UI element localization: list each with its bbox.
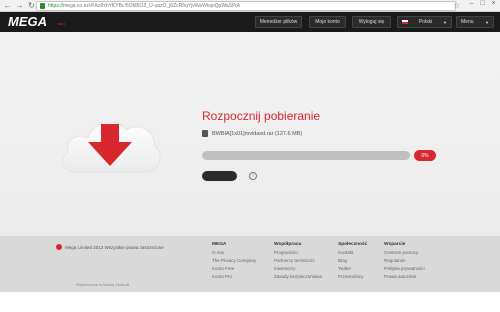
- minimize-icon[interactable]: –: [467, 0, 476, 10]
- footer-link[interactable]: Twitter: [338, 266, 367, 271]
- language-select[interactable]: Polski ▼: [397, 16, 452, 28]
- url-scheme: https://: [48, 3, 64, 9]
- footer-link[interactable]: Kontakt: [338, 250, 367, 255]
- footer-link[interactable]: Prawa autorskie: [384, 274, 425, 279]
- footer-column-cooperation: Współpraca Programiści Partnerzy technic…: [274, 242, 322, 282]
- beta-badge: BETA: [58, 22, 66, 26]
- file-manager-label: Menedżer plików: [259, 19, 298, 25]
- progress-percent-badge: 0%: [414, 150, 436, 161]
- download-title: Rozpocznij pobieranie: [202, 109, 321, 123]
- download-action-button[interactable]: [202, 171, 237, 181]
- made-in-nz: Wytworzone w Nowej Zelandii: [76, 282, 130, 287]
- site-footer: Mega Limited 2013 Wszystkie prawa zastrz…: [0, 236, 500, 292]
- info-icon[interactable]: i: [249, 172, 257, 180]
- footer-link[interactable]: O nas: [212, 250, 256, 255]
- page-bottom: [0, 292, 500, 312]
- footer-link[interactable]: Blog: [338, 258, 367, 263]
- forward-icon[interactable]: →: [15, 1, 24, 10]
- copyright-text: Mega Limited 2013 Wszystkie prawa zastrz…: [65, 244, 164, 250]
- my-account-label: Moje konto: [315, 19, 340, 25]
- footer-link[interactable]: Przewodnicy: [338, 274, 367, 279]
- footer-link[interactable]: Partnerzy techniczni: [274, 258, 322, 263]
- footer-link[interactable]: Regulamin: [384, 258, 425, 263]
- footer-heading: Współpraca: [274, 242, 302, 247]
- menu-chevron-icon: ▼: [485, 19, 489, 25]
- footer-column-community: Społeczność Kontakt Blog Twitter Przewod…: [338, 242, 367, 282]
- site-header: MEGA BETA Menedżer plików Moje konto Wyl…: [0, 12, 500, 32]
- file-name: BWBIA[1x01]mvidasd.rar (127.6 MB): [212, 130, 303, 137]
- file-icon: [202, 130, 208, 137]
- footer-link[interactable]: Konto Pro: [212, 274, 256, 279]
- progress-bar: [202, 151, 410, 160]
- footer-heading: MEGA: [212, 242, 227, 247]
- footer-link[interactable]: Centrum pomocy: [384, 250, 425, 255]
- copyright: Mega Limited 2013 Wszystkie prawa zastrz…: [56, 244, 164, 250]
- footer-heading: Wsparcie: [384, 242, 406, 247]
- close-icon[interactable]: ×: [489, 0, 498, 10]
- reload-icon[interactable]: ↻: [27, 1, 36, 10]
- menu-label: Menu: [461, 19, 474, 25]
- maximize-icon[interactable]: □: [478, 0, 487, 10]
- info-icon-glyph: i: [252, 173, 254, 179]
- menu-button[interactable]: Menu ▼: [456, 16, 494, 28]
- footer-heading: Społeczność: [338, 242, 368, 247]
- bookmark-star-icon[interactable]: ☆: [453, 1, 460, 10]
- footer-link[interactable]: Konto Free: [212, 266, 256, 271]
- footer-link[interactable]: The Privacy Company: [212, 258, 256, 263]
- footer-link[interactable]: Polityka prywatności: [384, 266, 425, 271]
- footer-link[interactable]: Inwestorzy: [274, 266, 322, 271]
- logout-button[interactable]: Wyloguj się: [352, 16, 391, 28]
- footer-column-mega: MEGA O nas The Privacy Company Konto Fre…: [212, 242, 256, 282]
- logout-label: Wyloguj się: [358, 19, 385, 25]
- mega-badge-icon: [56, 244, 62, 250]
- url-path: mega.co.nz/#!Ao9xhYKYBc!5OM5OZ_U-uazO_j6…: [63, 3, 241, 9]
- back-icon[interactable]: ←: [3, 1, 12, 10]
- my-account-button[interactable]: Moje konto: [309, 16, 346, 28]
- footer-column-support: Wsparcie Centrum pomocy Regulamin Polity…: [384, 242, 425, 282]
- window-controls: – □ ×: [467, 0, 498, 10]
- file-manager-button[interactable]: Menedżer plików: [255, 16, 302, 28]
- lock-icon: [40, 3, 45, 9]
- address-bar[interactable]: https:// mega.co.nz/#!Ao9xhYKYBc!5OM5OZ_…: [36, 1, 456, 11]
- footer-link[interactable]: Programiści: [274, 250, 322, 255]
- file-info: BWBIA[1x01]mvidasd.rar (127.6 MB): [202, 130, 302, 137]
- flag-icon: [402, 20, 408, 24]
- browser-toolbar: ← → ↻ https:// mega.co.nz/#!Ao9xhYKYBc!5…: [0, 0, 500, 12]
- cloud-download-icon: [61, 121, 161, 173]
- mega-logo[interactable]: MEGA: [8, 14, 47, 29]
- chevron-down-icon: ▼: [443, 19, 447, 25]
- progress-percent-label: 0%: [421, 152, 429, 159]
- language-label: Polski: [418, 19, 433, 25]
- footer-link[interactable]: Zasady bezpieczeństwa: [274, 274, 322, 279]
